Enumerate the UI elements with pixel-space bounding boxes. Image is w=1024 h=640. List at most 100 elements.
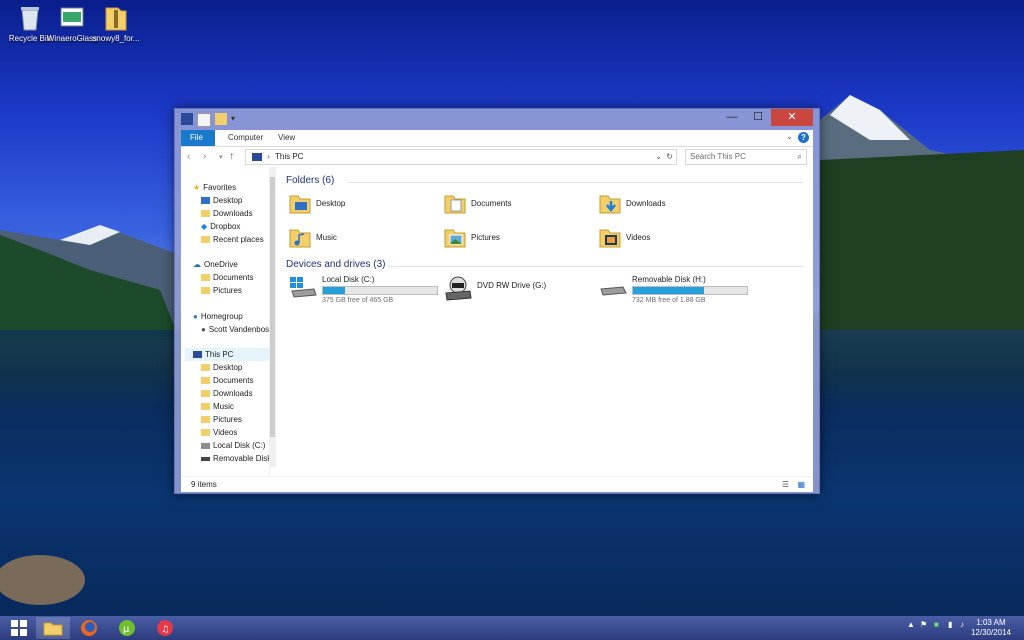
scrollbar-thumb[interactable] <box>270 177 275 437</box>
tab-file[interactable]: File <box>181 130 215 146</box>
recent-locations-chevron-icon[interactable]: ▾ <box>219 153 223 161</box>
start-button[interactable] <box>2 617 36 639</box>
up-button[interactable]: ↑ <box>229 151 234 162</box>
close-button[interactable]: ✕ <box>771 109 813 126</box>
nav-homegroup[interactable]: ● Homegroup <box>193 310 243 323</box>
folder-label: Documents <box>471 198 512 208</box>
nav-onedrive[interactable]: ☁ OneDrive <box>193 258 238 271</box>
navigation-pane[interactable]: ★ Favorites Desktop Downloads ◆ Dropbox R… <box>181 167 270 476</box>
nav-pc-documents[interactable]: Documents <box>201 374 253 387</box>
properties-icon[interactable] <box>197 113 211 127</box>
taskbar-utorrent[interactable]: µ <box>110 617 144 639</box>
nav-label: Removable Disk <box>213 454 270 463</box>
refresh-icon[interactable]: ↻ <box>666 150 673 164</box>
folder-item-music[interactable]: Music <box>288 225 337 249</box>
search-box[interactable]: Search This PC ⌕ <box>685 149 807 165</box>
this-pc-icon <box>193 351 202 358</box>
drive-item-dvd[interactable]: DVD RW Drive (G:) <box>443 275 546 301</box>
recent-places-icon <box>201 236 210 243</box>
removable-drive-icon <box>600 286 627 296</box>
nav-label: Pictures <box>213 415 242 424</box>
utorrent-tray-icon[interactable]: ■ <box>934 620 939 629</box>
folder-item-videos[interactable]: Videos <box>598 225 650 249</box>
file-list: Folders (6) Desktop Documents Downloads … <box>278 167 813 476</box>
nav-favorites-dropbox[interactable]: ◆ Dropbox <box>201 220 240 233</box>
back-button[interactable]: ‹ <box>187 151 190 162</box>
network-icon[interactable]: ▮ <box>948 620 952 629</box>
this-pc-icon <box>252 152 262 161</box>
nav-favorites-desktop[interactable]: Desktop <box>201 194 242 207</box>
chevron-down-icon[interactable]: ⌄ <box>786 132 793 141</box>
title-bar[interactable]: ▾ — ☐ ✕ <box>175 109 819 129</box>
item-count: 9 items <box>191 480 217 489</box>
folder-item-desktop[interactable]: Desktop <box>288 191 345 215</box>
nav-pc-pictures[interactable]: Pictures <box>201 413 242 426</box>
dropbox-icon: ◆ <box>201 222 208 231</box>
taskbar-firefox[interactable] <box>72 617 106 639</box>
minimize-button[interactable]: — <box>719 109 745 126</box>
desktop-folder-icon <box>289 195 311 214</box>
recycle-bin-icon <box>17 4 43 32</box>
nav-favorites[interactable]: ★ Favorites <box>193 181 236 194</box>
taskbar-itunes[interactable]: ♫ <box>148 617 182 639</box>
search-icon[interactable]: ⌕ <box>798 150 802 164</box>
group-header-folders[interactable]: Folders (6) <box>286 175 334 186</box>
removable-drive-icon <box>201 456 210 461</box>
nav-onedrive-documents[interactable]: Documents <box>201 271 253 284</box>
folder-item-downloads[interactable]: Downloads <box>598 191 666 215</box>
new-folder-icon[interactable] <box>215 113 227 125</box>
address-bar[interactable]: › This PC ⌄ ↻ <box>245 149 677 165</box>
maximize-button[interactable]: ☐ <box>745 109 771 126</box>
folder-item-pictures[interactable]: Pictures <box>443 225 500 249</box>
large-icons-view-icon[interactable]: ▦ <box>797 477 805 492</box>
nav-pc-music[interactable]: Music <box>201 400 234 413</box>
desktop-icon-snowy8[interactable]: snowy8_for... <box>86 4 146 43</box>
star-icon: ★ <box>193 183 201 192</box>
dvd-drive-icon <box>445 276 472 301</box>
nav-label: Scott Vandenbos <box>208 325 270 334</box>
nav-label: This PC <box>205 350 234 359</box>
cloud-icon: ☁ <box>193 260 201 269</box>
folder-item-documents[interactable]: Documents <box>443 191 511 215</box>
chevron-down-icon[interactable]: ▾ <box>231 113 243 125</box>
windows-drive-icon <box>290 277 317 298</box>
application-icon <box>59 4 85 32</box>
address-dropdown-icon[interactable]: ⌄ <box>655 150 662 164</box>
taskbar-file-explorer[interactable] <box>36 617 70 639</box>
nav-label: Homegroup <box>200 312 243 321</box>
action-center-flag-icon[interactable]: ⚑ <box>920 620 927 629</box>
content-area: ★ Favorites Desktop Downloads ◆ Dropbox R… <box>181 167 813 476</box>
chevron-right-icon: › <box>267 152 270 161</box>
nav-onedrive-pictures[interactable]: Pictures <box>201 284 242 297</box>
nav-pc-desktop[interactable]: Desktop <box>201 361 242 374</box>
explorer-window[interactable]: ▾ — ☐ ✕ File Computer View ⌄ ? ‹ › ▾ ↑ ›… <box>174 108 820 494</box>
nav-favorites-recent[interactable]: Recent places <box>201 233 264 246</box>
details-view-icon[interactable]: ☰ <box>782 477 789 492</box>
tab-view[interactable]: View <box>269 130 304 146</box>
drive-item-removable[interactable]: Removable Disk (H:) 732 MB free of 1.88 … <box>598 275 748 304</box>
nav-pc-local-disk[interactable]: Local Disk (C:) <box>201 439 265 452</box>
utorrent-icon: µ <box>119 620 135 636</box>
search-input[interactable]: Search This PC <box>690 152 746 161</box>
nav-label: Downloads <box>213 209 253 218</box>
help-icon[interactable]: ? <box>798 132 809 143</box>
nav-homegroup-user[interactable]: ● Scott Vandenbos <box>201 323 269 336</box>
forward-button[interactable]: › <box>203 151 206 162</box>
volume-icon[interactable]: ♪ <box>960 620 964 629</box>
nav-label: Videos <box>213 428 238 437</box>
nav-pc-removable[interactable]: Removable Disk <box>201 452 270 465</box>
drive-item-local-disk[interactable]: Local Disk (C:) 375 GB free of 465 GB <box>288 275 438 304</box>
clock[interactable]: 1:03 AM 12/30/2014 <box>966 618 1016 638</box>
user-icon: ● <box>201 325 206 334</box>
group-header-devices[interactable]: Devices and drives (3) <box>286 259 385 270</box>
explorer-icon[interactable] <box>181 113 193 125</box>
nav-scrollbar[interactable] <box>269 167 276 467</box>
show-hidden-icons-icon[interactable]: ▲ <box>907 620 915 629</box>
nav-pc-videos[interactable]: Videos <box>201 426 237 439</box>
nav-pc-downloads[interactable]: Downloads <box>201 387 253 400</box>
tab-computer[interactable]: Computer <box>219 130 272 146</box>
nav-favorites-downloads[interactable]: Downloads <box>201 207 253 220</box>
folder-label: Desktop <box>316 198 346 208</box>
nav-label: Desktop <box>213 363 243 372</box>
nav-this-pc[interactable]: This PC <box>185 348 269 361</box>
